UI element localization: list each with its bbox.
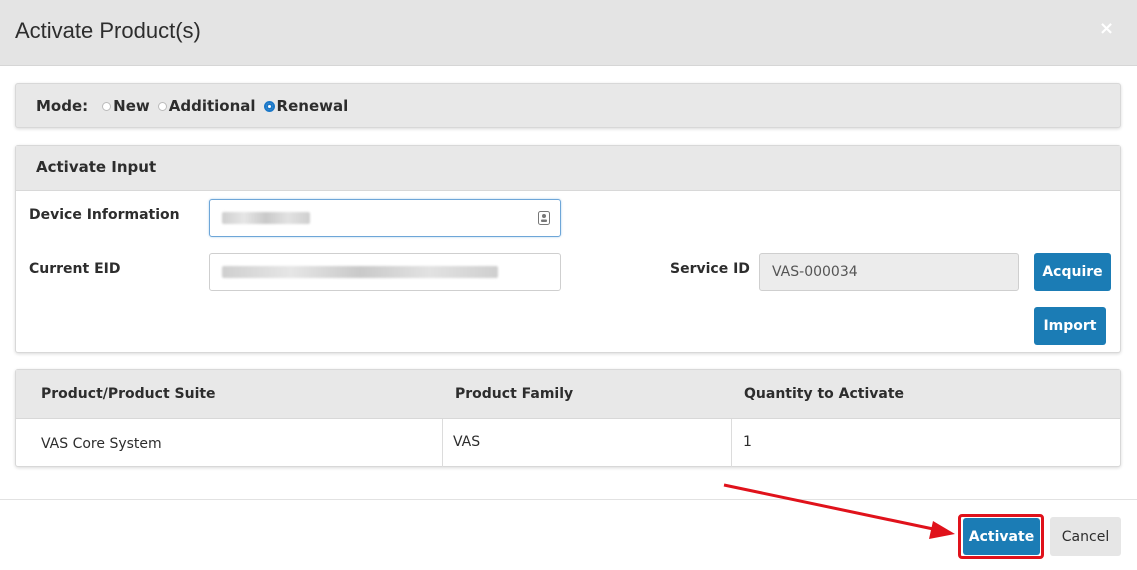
table-header: Product/Product Suite Product Family Qua… [16,370,1120,419]
mode-option-renewal[interactable]: Renewal [263,97,349,115]
acquire-button[interactable]: Acquire [1034,253,1111,291]
contact-card-icon[interactable] [538,211,550,225]
cell-family: VAS [453,434,481,450]
import-button[interactable]: Import [1034,307,1106,345]
current-eid-input[interactable] [209,253,561,291]
service-id-input[interactable]: VAS-000034 [759,253,1019,291]
service-id-label: Service ID [670,261,750,277]
mode-option-new[interactable]: New [102,97,150,115]
column-header-family: Product Family [455,386,574,402]
device-information-label: Device Information [29,207,180,223]
radio-renewal[interactable] [263,100,275,112]
dialog-title: Activate Product(s) [15,18,201,43]
current-eid-label: Current EID [29,261,121,277]
column-divider [442,419,443,467]
radio-additional[interactable] [157,101,167,111]
column-header-quantity: Quantity to Activate [744,386,905,402]
redacted-text [222,266,498,278]
cell-product: VAS Core System [41,436,162,452]
mode-label: Mode: [36,97,89,115]
activate-button[interactable]: Activate [963,518,1040,555]
dialog-header: Activate Product(s) × [0,0,1137,66]
device-information-input[interactable] [209,199,561,237]
mode-option-new-label: New [113,97,150,115]
radio-new[interactable] [102,101,112,111]
activate-input-header: Activate Input [16,146,1120,191]
mode-option-additional-label: Additional [168,97,256,115]
product-table: Product/Product Suite Product Family Qua… [15,369,1121,467]
cancel-button[interactable]: Cancel [1050,517,1121,556]
activate-input-panel: Activate Input [15,145,1121,353]
redacted-text [222,212,310,224]
mode-option-additional[interactable]: Additional [157,97,256,115]
activate-input-heading: Activate Input [36,158,157,176]
cell-quantity: 1 [743,434,752,450]
footer-divider [0,499,1137,500]
column-divider [731,419,732,467]
close-icon[interactable]: × [1099,18,1114,39]
mode-panel: Mode: New Additional Renewal [15,83,1121,128]
column-header-product: Product/Product Suite [41,386,216,402]
mode-option-renewal-label: Renewal [276,97,349,115]
